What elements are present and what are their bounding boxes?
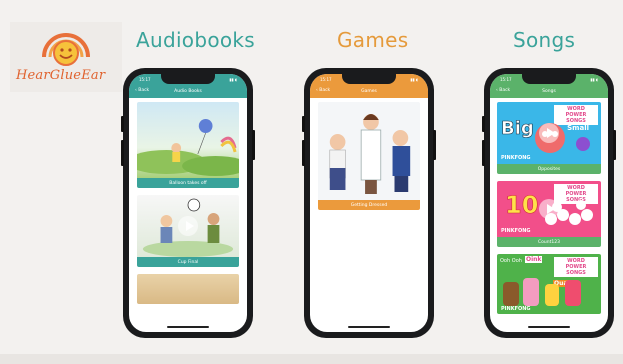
pinkfong-brand: PINKFONG [501, 155, 531, 161]
count123-thumbnail: WORD POWER SONGS 10 PINKFONG [497, 181, 601, 237]
pinkfong-brand: PINKFONG [501, 228, 531, 234]
card-caption: Balloon takes off [137, 178, 239, 188]
status-time: 15:17 [320, 77, 332, 82]
smiling-ear-icon [42, 33, 90, 66]
bottom-band [0, 354, 623, 364]
back-button[interactable]: ‹ Back [316, 88, 330, 93]
audiobook-card-partial[interactable] [137, 274, 239, 304]
sound-label-2: Oink [525, 256, 543, 263]
home-indicator[interactable] [167, 326, 209, 328]
songs-title: Songs [513, 28, 576, 52]
audiobooks-title: Audiobooks [136, 28, 256, 52]
songs-navbar: ‹ Back Songs [490, 84, 608, 98]
play-icon[interactable] [539, 199, 559, 219]
card-caption: Getting Dressed [318, 200, 420, 210]
back-button[interactable]: ‹ Back [135, 88, 149, 93]
signal-icon: ▮▮ ◖ [590, 77, 598, 82]
screen-title: Songs [542, 88, 556, 94]
home-indicator[interactable] [528, 326, 570, 328]
phone-audiobooks: 15:17 ▮▮ ◖ ‹ Back Audio Books Balloon ta… [121, 68, 255, 338]
games-navbar: ‹ Back Games [310, 84, 428, 98]
play-icon[interactable] [178, 216, 198, 236]
card-caption: Opposites [497, 164, 601, 174]
audiobooks-screen: 15:17 ▮▮ ◖ ‹ Back Audio Books Balloon ta… [129, 74, 247, 332]
signal-icon: ▮▮ ◖ [229, 77, 237, 82]
home-indicator[interactable] [348, 326, 390, 328]
phone-games: 15:17 ▮▮ ◖ ‹ Back Games Getting Dressed [302, 68, 436, 338]
card-caption: Count123 [497, 237, 601, 247]
audiobook-card-balloon[interactable]: Balloon takes off [137, 102, 239, 188]
songs-screen: 15:17 ▮▮ ◖ ‹ Back Songs WORD POWER SONGS… [490, 74, 608, 332]
audiobook-card-cup-final[interactable]: Cup Final [137, 195, 239, 267]
next-thumbnail [137, 274, 239, 304]
cup-final-thumbnail [137, 195, 239, 257]
phone-songs: 15:17 ▮▮ ◖ ‹ Back Songs WORD POWER SONGS… [482, 68, 616, 338]
small-label: Small [567, 124, 589, 132]
audiobooks-navbar: ‹ Back Audio Books [129, 84, 247, 98]
play-icon[interactable] [539, 123, 559, 143]
song-card-animal-sounds[interactable]: WORD POWER SONGS Ooh Ooh Oink Quack PINK… [497, 254, 601, 314]
opposites-thumbnail: WORD POWER SONGS Big Small PINKFONG [497, 102, 601, 164]
pinkfong-brand: PINKFONG [501, 306, 531, 312]
card-caption: Cup Final [137, 257, 239, 267]
status-time: 15:17 [139, 77, 151, 82]
games-screen: 15:17 ▮▮ ◖ ‹ Back Games Getting Dressed [310, 74, 428, 332]
hearglueear-logo: HearGlueEar [10, 22, 122, 92]
screen-title: Games [361, 88, 377, 94]
animal-sounds-thumbnail: WORD POWER SONGS Ooh Ooh Oink Quack PINK… [497, 254, 601, 314]
games-title: Games [337, 28, 409, 52]
sound-label-1: Ooh Ooh [500, 258, 522, 264]
getting-dressed-thumbnail [318, 102, 420, 200]
status-time: 15:17 [500, 77, 512, 82]
game-card-getting-dressed[interactable]: Getting Dressed [318, 102, 420, 210]
big-label: Big [501, 118, 534, 140]
song-card-count123[interactable]: WORD POWER SONGS 10 PINKFONG Count123 [497, 181, 601, 247]
balloon-thumbnail [137, 102, 239, 178]
logo-text: HearGlueEar [16, 68, 106, 83]
song-card-opposites[interactable]: WORD POWER SONGS Big Small PINKFONG Oppo… [497, 102, 601, 174]
ten-label: 10 [505, 191, 539, 220]
signal-icon: ▮▮ ◖ [410, 77, 418, 82]
screen-title: Audio Books [174, 88, 202, 94]
back-button[interactable]: ‹ Back [496, 88, 510, 93]
